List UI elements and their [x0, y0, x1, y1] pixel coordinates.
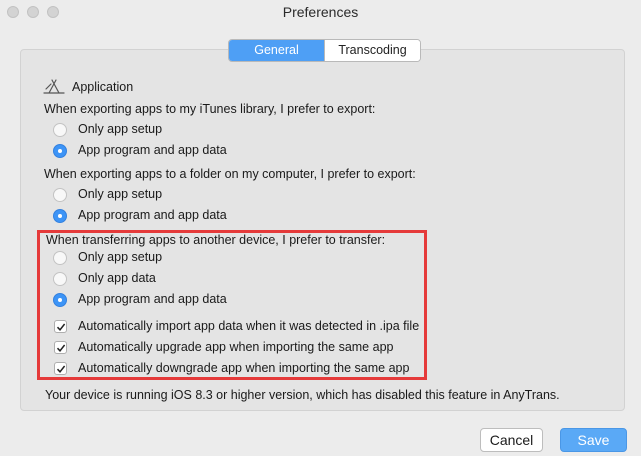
window-title: Preferences — [282, 4, 359, 20]
itunes-app-program-and-data-label: App program and app data — [78, 143, 227, 157]
tab-bar: General Transcoding — [228, 39, 421, 62]
folder-only-app-setup-label: Only app setup — [78, 187, 163, 201]
tab-general[interactable]: General — [229, 40, 324, 61]
folder-app-program-and-data-label: App program and app data — [78, 208, 227, 222]
cancel-button[interactable]: Cancel — [480, 428, 543, 452]
itunes-export-prompt: When exporting apps to my iTunes library… — [44, 102, 376, 116]
folder-app-program-and-data-radio[interactable] — [53, 209, 67, 223]
save-button[interactable]: Save — [560, 428, 627, 452]
itunes-only-app-setup-radio[interactable] — [53, 123, 67, 137]
tab-transcoding[interactable]: Transcoding — [324, 40, 420, 61]
ios-notice-text: Your device is running iOS 8.3 or higher… — [45, 388, 560, 402]
highlight-box — [37, 230, 427, 380]
itunes-only-app-setup-label: Only app setup — [78, 122, 163, 136]
section-title: Application — [72, 80, 134, 94]
itunes-app-program-and-data-radio[interactable] — [53, 144, 67, 158]
folder-export-prompt: When exporting apps to a folder on my co… — [44, 167, 416, 181]
title-bar: Preferences — [0, 0, 641, 24]
folder-only-app-setup-radio[interactable] — [53, 188, 67, 202]
app-store-icon — [43, 78, 65, 99]
